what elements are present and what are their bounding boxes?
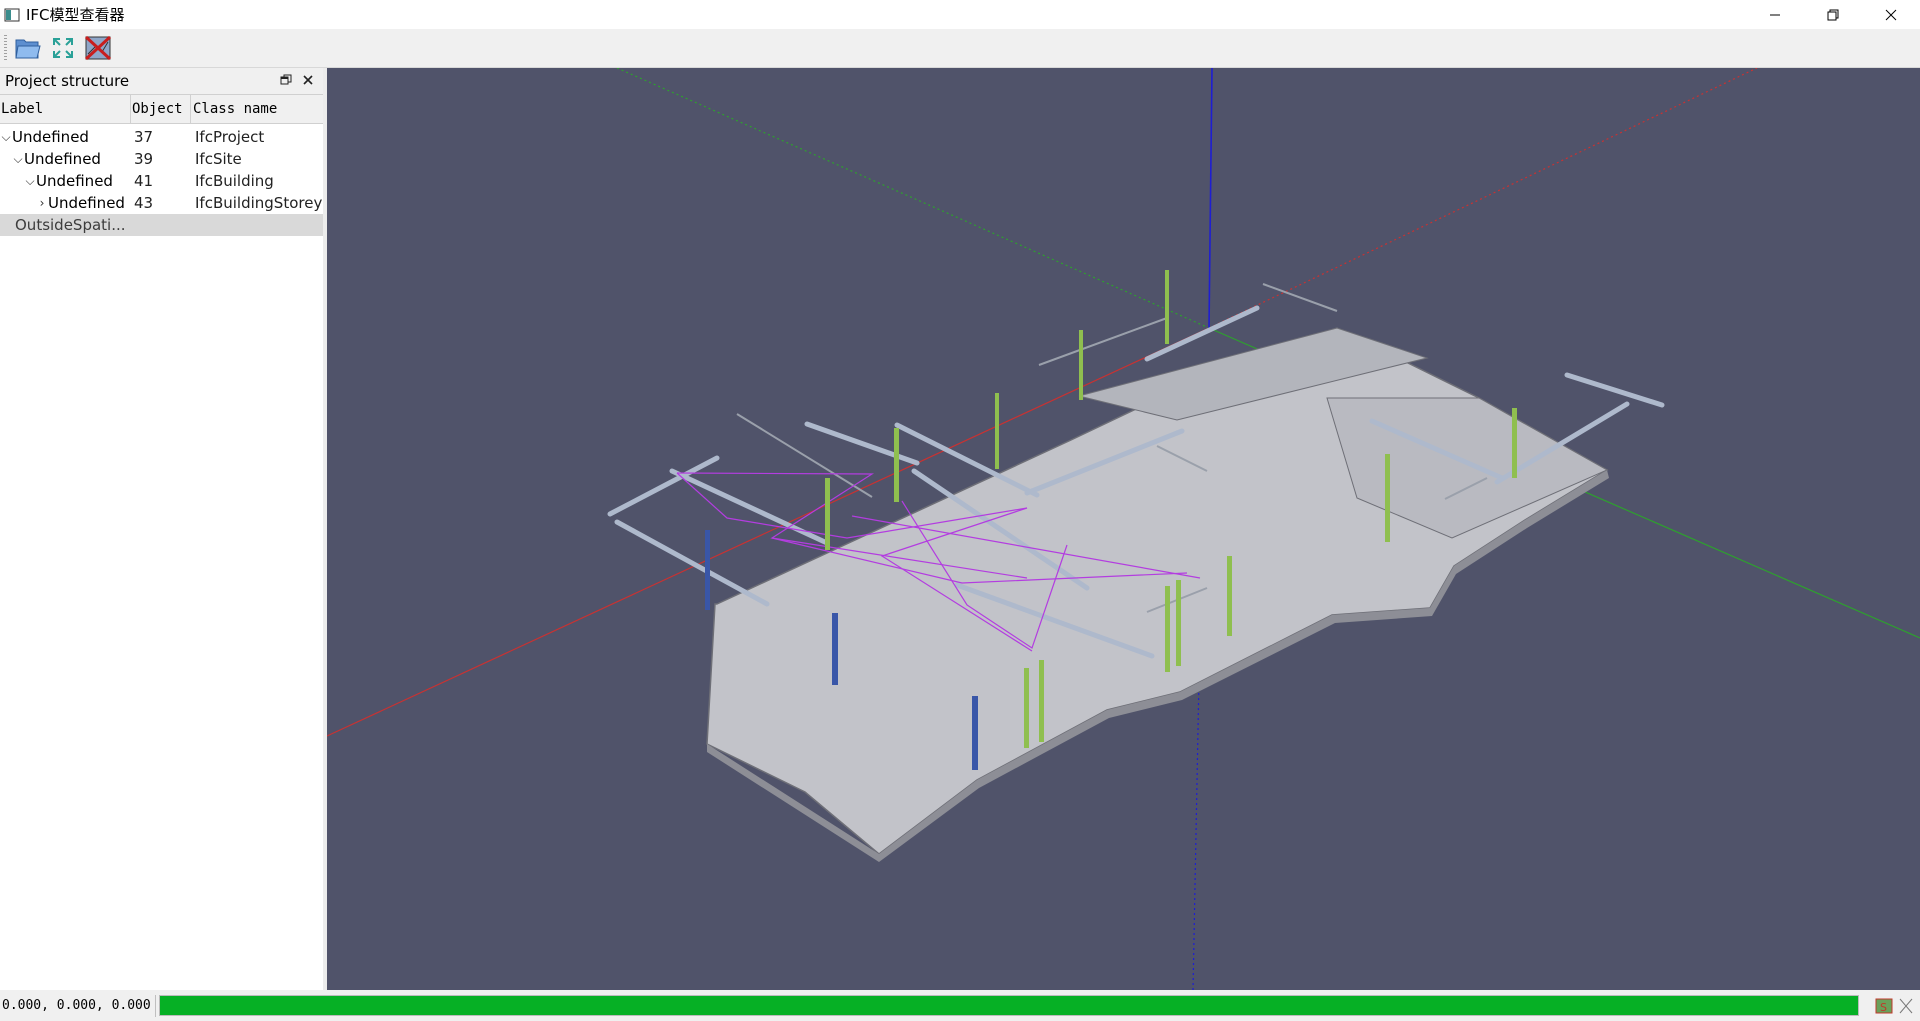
restore-icon <box>1827 9 1839 20</box>
chevron-down-icon[interactable]: ⌵ <box>24 174 36 189</box>
tree-header: Label Object Class name <box>0 94 323 124</box>
clear-model-icon <box>84 35 112 61</box>
window-title: IFC模型查看器 <box>26 6 125 24</box>
floor-slab[interactable] <box>706 327 1609 862</box>
close-panel-icon[interactable] <box>301 73 315 87</box>
tree-row[interactable]: ⌵ Undefined 39 IfcSite <box>0 148 323 170</box>
progress-bar <box>159 995 1859 1016</box>
column-header-object[interactable]: Object <box>131 95 191 123</box>
chevron-down-icon[interactable]: ⌵ <box>12 152 24 167</box>
dock-title: Project structure <box>5 72 130 90</box>
y-axis-line <box>616 68 1210 329</box>
close-icon <box>1885 9 1897 20</box>
tree-label: OutsideSpati... <box>15 216 126 234</box>
tree-class-name: IfcBuilding <box>195 172 274 190</box>
tree-object: 37 <box>134 128 154 146</box>
clear-model-button[interactable] <box>83 33 113 63</box>
z-axis-line <box>1208 68 1213 329</box>
x-axis-line <box>1208 68 1758 329</box>
float-panel-icon[interactable] <box>279 73 293 87</box>
tree-label: Undefined <box>48 194 125 212</box>
toolbar-grip[interactable] <box>4 35 7 61</box>
tree-object: 43 <box>134 194 154 212</box>
tree-object: 39 <box>134 150 154 168</box>
app-icon <box>4 8 20 21</box>
folder-open-icon <box>15 39 41 59</box>
tree-object: 41 <box>134 172 154 190</box>
tree-class-name: IfcSite <box>195 150 242 168</box>
chevron-down-icon[interactable]: ⌵ <box>0 130 12 145</box>
main-toolbar <box>0 29 1920 68</box>
dock-header: Project structure <box>0 68 323 94</box>
svg-text:S: S <box>1880 1001 1887 1014</box>
progress-fill <box>160 996 1858 1015</box>
status-bar: 0.000, 0.000, 0.000 S <box>0 990 1920 1021</box>
title-bar: IFC模型查看器 <box>0 0 1920 29</box>
minimize-icon <box>1770 14 1780 15</box>
tree-class-name: IfcProject <box>195 128 265 146</box>
column-header-label[interactable]: Label <box>0 95 131 123</box>
close-button[interactable] <box>1862 0 1920 29</box>
open-file-button[interactable] <box>13 33 43 63</box>
tree-label: Undefined <box>24 150 101 168</box>
model-canvas[interactable] <box>327 68 1920 990</box>
coordinate-readout: 0.000, 0.000, 0.000 <box>2 994 156 1017</box>
tree-row[interactable]: ⌵ Undefined 37 IfcProject <box>0 126 323 148</box>
tree-row[interactable]: ⌵ Undefined 41 IfcBuilding <box>0 170 323 192</box>
tree-label: Undefined <box>12 128 89 146</box>
chevron-right-icon[interactable]: › <box>36 196 48 210</box>
maximize-button[interactable] <box>1804 0 1862 29</box>
tree-row-selected[interactable]: OutsideSpati... <box>0 214 323 236</box>
3d-viewport[interactable] <box>327 68 1920 990</box>
column-header-class-name[interactable]: Class name <box>191 95 323 123</box>
z-axis-line <box>1192 677 1200 990</box>
project-tree: ⌵ Undefined 37 IfcProject ⌵ Undefined 39… <box>0 124 323 236</box>
project-structure-panel: Project structure Label Object Class nam… <box>0 68 327 990</box>
tree-row[interactable]: › Undefined 43 IfcBuildingStorey <box>0 192 323 214</box>
status-tray-icon: S <box>1875 998 1913 1014</box>
expand-arrows-icon <box>53 38 73 58</box>
tree-class-name: IfcBuildingStorey <box>195 194 323 212</box>
fit-view-button[interactable] <box>48 33 78 63</box>
tree-label: Undefined <box>36 172 113 190</box>
minimize-button[interactable] <box>1746 0 1804 29</box>
